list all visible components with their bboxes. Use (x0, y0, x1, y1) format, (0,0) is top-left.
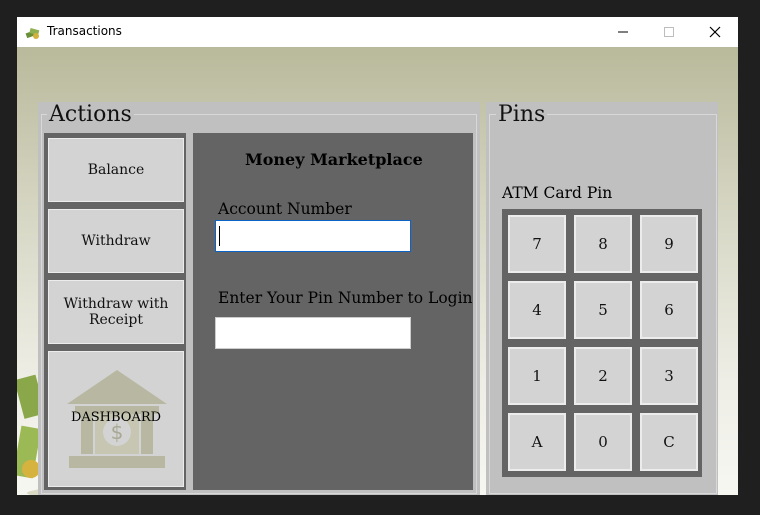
close-icon (709, 26, 721, 38)
atm-card-pin-label: ATM Card Pin (502, 184, 613, 202)
close-button[interactable] (692, 17, 738, 47)
balance-button[interactable]: Balance (48, 138, 184, 202)
key-9[interactable]: 9 (640, 215, 698, 273)
key-a[interactable]: A (508, 413, 566, 471)
key-2[interactable]: 2 (574, 347, 632, 405)
withdraw-with-receipt-button[interactable]: Withdraw with Receipt (48, 280, 184, 344)
key-8[interactable]: 8 (574, 215, 632, 273)
minimize-button[interactable] (600, 17, 646, 47)
key-c[interactable]: C (640, 413, 698, 471)
pins-group: Pins ATM Card Pin 7 8 9 4 5 6 1 2 3 A 0 … (486, 102, 718, 495)
actions-group-title: Actions (47, 102, 134, 128)
pins-group-title: Pins (496, 102, 548, 128)
text-caret (219, 226, 220, 246)
key-5[interactable]: 5 (574, 281, 632, 339)
withdraw-button[interactable]: Withdraw (48, 209, 184, 273)
maximize-button[interactable] (646, 17, 692, 47)
key-0[interactable]: 0 (574, 413, 632, 471)
key-1[interactable]: 1 (508, 347, 566, 405)
account-number-label: Account Number (218, 200, 352, 218)
key-6[interactable]: 6 (640, 281, 698, 339)
form-title: Money Marketplace (245, 150, 423, 169)
minimize-icon (618, 31, 628, 33)
pin-keypad: 7 8 9 4 5 6 1 2 3 A 0 C (502, 209, 702, 477)
actions-group: Actions Balance Withdraw Withdraw with R… (38, 102, 480, 495)
client-area: Actions Balance Withdraw Withdraw with R… (17, 47, 738, 495)
title-bar: Transactions (17, 17, 738, 47)
app-window: Transactions Actions Balance Withdraw Wi (17, 17, 738, 495)
maximize-icon (664, 27, 674, 37)
money-app-icon (25, 28, 40, 39)
dashboard-label: DASHBOARD (70, 410, 162, 425)
pin-number-label: Enter Your Pin Number to Login (218, 289, 473, 307)
account-number-input[interactable] (215, 220, 411, 252)
dashboard-button[interactable]: $ DASHBOARD (48, 351, 184, 487)
window-title: Transactions (47, 24, 122, 38)
key-3[interactable]: 3 (640, 347, 698, 405)
pin-number-input[interactable] (215, 317, 411, 349)
key-4[interactable]: 4 (508, 281, 566, 339)
key-7[interactable]: 7 (508, 215, 566, 273)
login-form-panel: Money Marketplace Account Number Enter Y… (193, 133, 473, 490)
